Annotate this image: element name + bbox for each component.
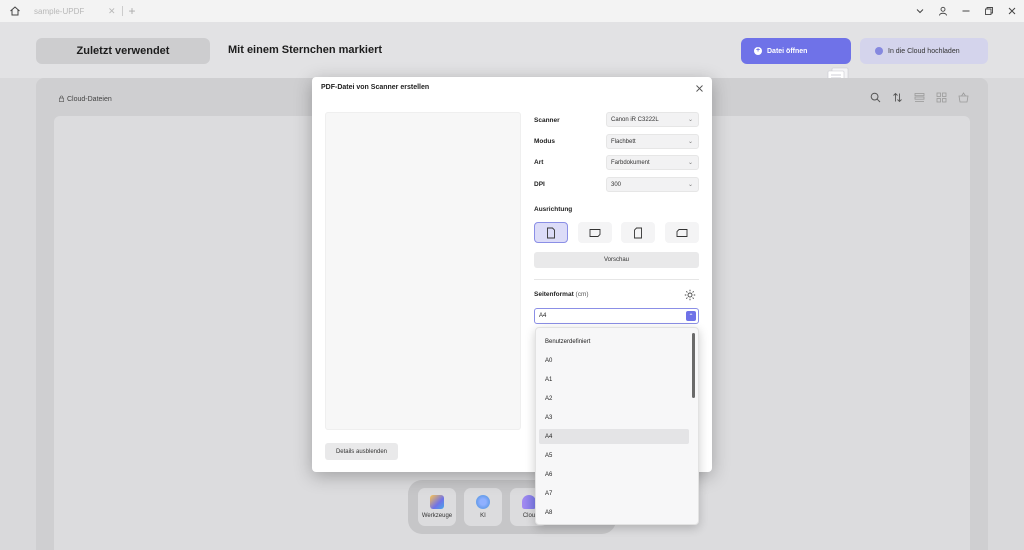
cloud-upload-icon (875, 47, 883, 55)
chevron-down-icon: ⌄ (687, 117, 693, 123)
chevron-down-icon: ⌄ (687, 182, 693, 188)
user-icon[interactable] (932, 0, 954, 22)
dpi-label: DPI (534, 181, 545, 188)
dpi-value: 300 (611, 181, 622, 188)
tab-separator (121, 6, 123, 16)
type-select[interactable]: Farbdokument ⌄ (606, 155, 699, 170)
mode-label: Modus (534, 138, 555, 145)
close-icon[interactable] (692, 81, 706, 95)
restore-icon[interactable] (978, 0, 1000, 22)
dock-ai-label: KI (480, 513, 486, 519)
cloud-icon (522, 495, 536, 509)
dock-ai[interactable]: KI (464, 488, 502, 526)
search-icon[interactable] (869, 91, 882, 104)
lock-icon (58, 95, 65, 104)
hide-details-button[interactable]: Details ausblenden (325, 443, 398, 460)
scanner-label: Scanner (534, 117, 560, 124)
dropdown-option[interactable]: A5 (539, 448, 689, 463)
cloud-upload-label: In die Cloud hochladen (888, 47, 960, 55)
scan-preview (325, 112, 521, 430)
dropdown-option[interactable]: A8 (539, 505, 689, 520)
breadcrumb: Cloud-Dateien (58, 95, 112, 104)
home-icon[interactable] (6, 2, 24, 20)
plus-icon: + (754, 47, 762, 55)
chevron-down-icon: ⌄ (687, 160, 693, 166)
dropdown-option-selected[interactable]: A4 (539, 429, 689, 444)
minimize-icon[interactable] (955, 0, 977, 22)
page-format-title: Seitenformat (534, 291, 574, 298)
tab-starred[interactable]: Mit einem Sternchen markiert (228, 44, 382, 56)
page-format-label: Seitenformat (cm) (534, 291, 589, 298)
chevron-up-icon: ⌃ (686, 311, 696, 321)
orientation-label: Ausrichtung (534, 206, 573, 213)
dropdown-option[interactable]: Benutzerdefiniert (539, 334, 689, 349)
section-divider (534, 279, 699, 280)
dropdown-option[interactable]: A1 (539, 372, 689, 387)
mode-value: Flachbett (611, 138, 636, 145)
dropdown-option[interactable]: A6 (539, 467, 689, 482)
type-label: Art (534, 159, 544, 166)
open-file-button[interactable]: + Datei öffnen (741, 38, 851, 64)
chevron-down-icon[interactable] (909, 0, 931, 22)
dropdown-option[interactable]: A0 (539, 353, 689, 368)
portrait-rotated-icon (634, 227, 642, 238)
dropdown-option[interactable]: A7 (539, 486, 689, 501)
portrait-icon (547, 227, 555, 238)
top-bar: Zuletzt verwendet Mit einem Sternchen ma… (0, 22, 1024, 88)
type-value: Farbdokument (611, 159, 650, 166)
dialog-title: PDF-Datei von Scanner erstellen (321, 84, 430, 91)
orientation-landscape-rotated[interactable] (665, 222, 699, 243)
dpi-select[interactable]: 300 ⌄ (606, 177, 699, 192)
dropdown-option[interactable]: A2 (539, 391, 689, 406)
orientation-portrait-rotated[interactable] (621, 222, 655, 243)
cloud-upload-button[interactable]: In die Cloud hochladen (860, 38, 988, 64)
page-format-unit: (cm) (575, 291, 589, 298)
breadcrumb-label[interactable]: Cloud-Dateien (67, 96, 112, 103)
ai-icon (476, 495, 490, 509)
orientation-landscape[interactable] (578, 222, 612, 243)
page-format-select[interactable]: A4 ⌃ (534, 308, 699, 324)
page-format-value: A4 (539, 313, 547, 319)
tab-recent[interactable]: Zuletzt verwendet (36, 38, 210, 64)
gear-icon[interactable] (684, 288, 696, 301)
new-tab-button[interactable]: + (129, 4, 136, 18)
dock-tools[interactable]: Werkzeuge (418, 488, 456, 526)
open-file-label: Datei öffnen (767, 47, 808, 55)
orientation-portrait[interactable] (534, 222, 568, 243)
scanner-select[interactable]: Canon iR C3222L ⌄ (606, 112, 699, 127)
main-toolbar (869, 91, 970, 104)
grid-view-icon[interactable] (935, 91, 948, 104)
close-icon[interactable] (1001, 0, 1023, 22)
title-bar: sample-UPDF ✕ + (0, 0, 1024, 22)
page-format-dropdown: Benutzerdefiniert A0 A1 A2 A3 A4 A5 A6 A… (535, 327, 699, 525)
dropdown-option[interactable]: A3 (539, 410, 689, 425)
mode-select[interactable]: Flachbett ⌄ (606, 134, 699, 149)
list-view-icon[interactable] (913, 91, 926, 104)
tools-icon (430, 495, 444, 509)
tab-close-icon[interactable]: ✕ (108, 6, 116, 17)
dropdown-scrollbar[interactable] (692, 333, 695, 398)
dock-cloud-label: Clou (522, 513, 536, 519)
scanner-value: Canon iR C3222L (611, 116, 659, 123)
document-tab[interactable]: sample-UPDF (34, 7, 106, 16)
landscape-rotated-icon (676, 228, 688, 237)
preview-button[interactable]: Vorschau (534, 252, 699, 268)
dock-tools-label: Werkzeuge (421, 513, 453, 519)
sort-icon[interactable] (891, 91, 904, 104)
chevron-down-icon: ⌄ (687, 139, 693, 145)
basket-icon[interactable] (957, 91, 970, 104)
landscape-icon (589, 228, 601, 237)
